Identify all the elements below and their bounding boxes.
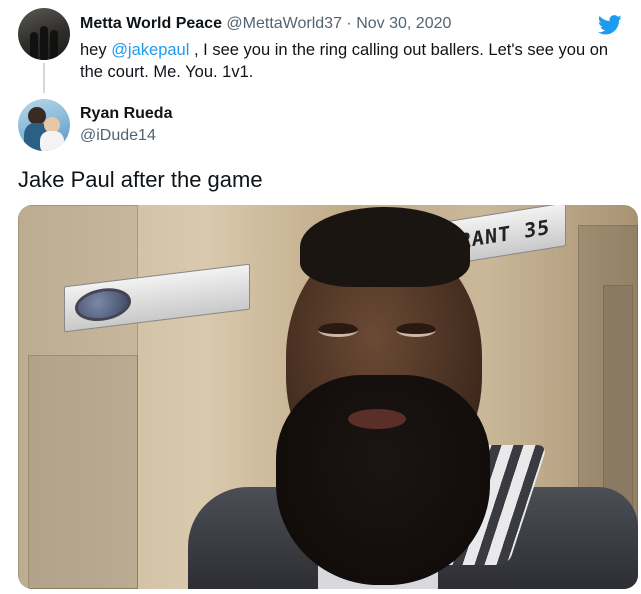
twitter-bird-icon: [598, 15, 622, 35]
author-name[interactable]: Metta World Peace: [80, 15, 222, 32]
tweet-date[interactable]: Nov 30, 2020: [356, 15, 451, 32]
thread-connector-line: [43, 63, 45, 93]
team-logo-icon: [75, 285, 131, 325]
mouth: [348, 409, 406, 429]
ryan-avatar[interactable]: [18, 99, 70, 151]
beard: [276, 375, 490, 585]
right-eye: [396, 323, 436, 337]
quoted-tweet-text: hey @jakepaul , I see you in the ring ca…: [80, 41, 609, 81]
quoted-tweet-header: Metta World Peace @MettaWorld37 · Nov 30…: [80, 14, 451, 34]
author-handle[interactable]: @MettaWorld37: [226, 15, 342, 32]
author-handle[interactable]: @iDude14: [80, 126, 156, 146]
author-name[interactable]: Ryan Rueda: [80, 104, 172, 124]
quoted-tweet[interactable]: Metta World Peace @MettaWorld37 · Nov 30…: [18, 8, 630, 94]
mention-link[interactable]: @jakepaul: [111, 41, 189, 59]
tweet-text: Jake Paul after the game: [18, 167, 263, 192]
left-eye: [318, 323, 358, 337]
separator-dot: ·: [346, 15, 352, 32]
hair: [300, 207, 470, 287]
tweet-screenshot: Metta World Peace @MettaWorld37 · Nov 30…: [0, 0, 641, 594]
tweet-photo[interactable]: URANT 35: [18, 205, 638, 589]
metta-avatar[interactable]: [18, 8, 70, 60]
